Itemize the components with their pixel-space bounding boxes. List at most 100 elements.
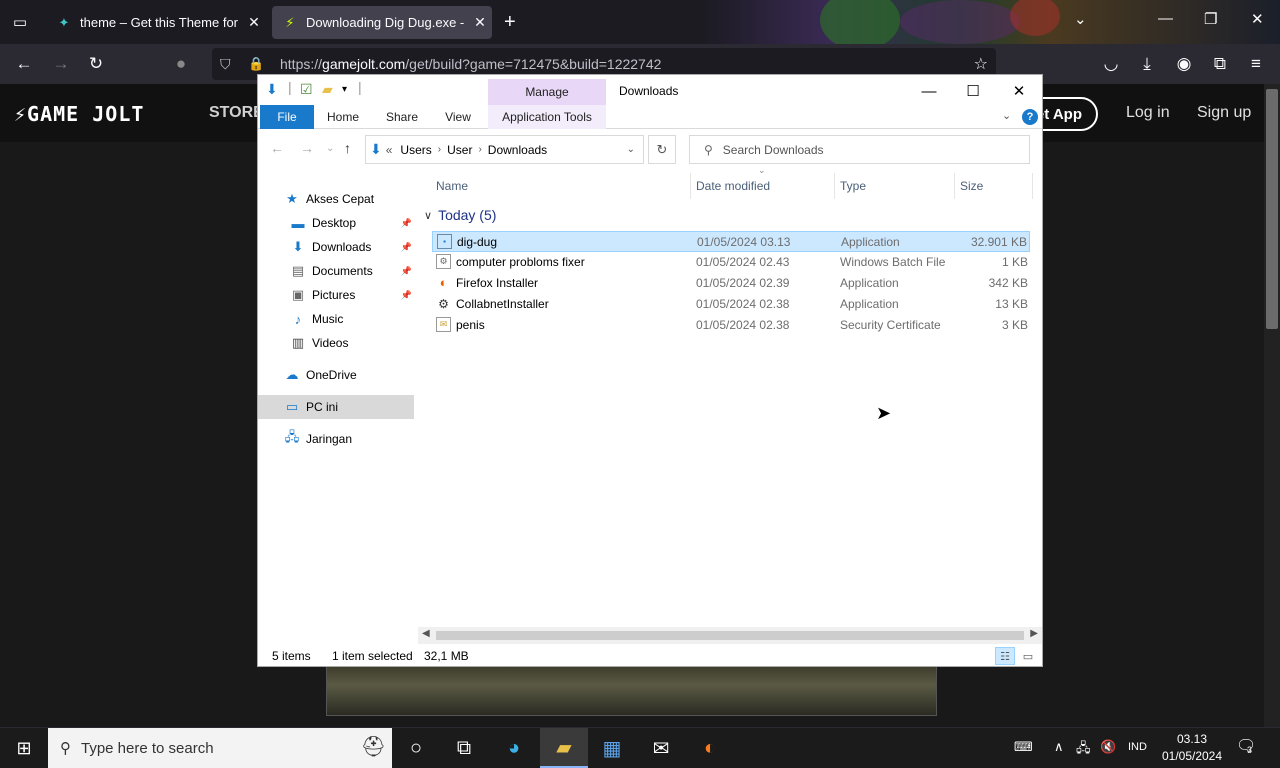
nav-videos[interactable]: ▥ Videos (258, 331, 414, 355)
help-icon[interactable]: ? (1022, 109, 1038, 125)
extensions-icon[interactable]: ⧉ (1207, 52, 1233, 76)
expand-ribbon-icon[interactable]: ⌄ (1002, 109, 1011, 122)
notification-center-icon[interactable]: 🗨 3 (1236, 736, 1256, 756)
collapse-chevron-icon[interactable]: ∨ (424, 209, 432, 222)
back-icon[interactable]: ← (270, 140, 284, 156)
nav-this-pc[interactable]: ▭ PC ini (258, 395, 414, 419)
tab-manage[interactable]: Manage (488, 79, 606, 105)
edge-icon[interactable]: ◕ (490, 728, 538, 768)
horizontal-scrollbar[interactable]: ◀ ▶ (418, 627, 1042, 644)
lock-icon[interactable]: 🔒 (248, 56, 266, 72)
volume-muted-icon[interactable]: 🔇 (1100, 739, 1116, 755)
pin-icon[interactable]: 📌 (401, 242, 412, 253)
forward-icon[interactable]: → (300, 140, 314, 156)
page-scrollbar[interactable] (1264, 84, 1280, 727)
task-view-icon[interactable]: ⧉ (440, 728, 488, 768)
up-icon[interactable]: ↑ (344, 140, 351, 156)
new-folder-icon[interactable]: ▰ (322, 81, 333, 98)
column-divider[interactable] (690, 173, 691, 199)
nav-onedrive[interactable]: ☁ OneDrive (258, 363, 414, 387)
back-icon[interactable]: ← (11, 52, 37, 76)
nav-network[interactable]: 🖧 Jaringan (258, 427, 414, 451)
search-highlight-icon[interactable]: ⛑ (361, 734, 386, 759)
windows-start-icon[interactable]: ⊞ (0, 728, 48, 768)
list-all-tabs-icon[interactable]: ⌄ (1074, 10, 1087, 28)
tab-downloading[interactable]: ⚡ Downloading Dig Dug.exe - Ga ✕ (272, 6, 492, 39)
restore-icon[interactable]: ❐ (1204, 10, 1217, 28)
nav-documents[interactable]: ▤ Documents 📌 (258, 259, 414, 283)
show-hidden-icons-icon[interactable]: ∧ (1054, 739, 1064, 755)
maximize-icon[interactable]: ☐ (950, 80, 996, 102)
gamejolt-logo[interactable]: ⚡GAME JOLT (14, 102, 144, 126)
reload-icon[interactable]: ↻ (83, 52, 109, 76)
downloads-icon[interactable]: ⤓ (1134, 52, 1160, 76)
nav-downloads[interactable]: ⬇ Downloads 📌 (258, 235, 414, 259)
address-dropdown-icon[interactable]: ⌄ (627, 144, 635, 155)
forward-icon[interactable]: → (48, 52, 74, 76)
breadcrumb-chevron-icon[interactable]: › (478, 144, 481, 155)
column-divider[interactable] (1032, 173, 1033, 199)
clock[interactable]: 03.13 01/05/2024 (1160, 731, 1224, 765)
microsoft-store-icon[interactable]: ▦ (588, 728, 636, 768)
breadcrumb-users[interactable]: Users (400, 143, 431, 157)
customize-qat-icon[interactable]: ▾ (342, 84, 347, 95)
search-input[interactable]: ⚲ Search Downloads (689, 135, 1030, 164)
nav-pictures[interactable]: ▣ Pictures 📌 (258, 283, 414, 307)
login-link[interactable]: Log in (1126, 104, 1170, 122)
page-scrollbar-thumb[interactable] (1266, 89, 1278, 329)
bookmark-star-icon[interactable]: ☆ (974, 54, 988, 74)
pocket-icon[interactable]: ◡ (1098, 52, 1124, 76)
firefox-icon[interactable]: ◐ (686, 728, 734, 768)
group-header-today[interactable]: ∨ Today (5) (424, 207, 496, 223)
extension-icon[interactable]: ● (168, 52, 194, 76)
tab-theme[interactable]: ✦ theme – Get this Theme for ✕ (46, 6, 266, 39)
close-tab-icon[interactable]: ✕ (242, 14, 266, 31)
new-tab-icon[interactable]: + (504, 11, 516, 34)
minimize-icon[interactable]: — (906, 80, 952, 102)
keyboard-icon[interactable]: ⌨ (1014, 739, 1033, 755)
column-name[interactable]: Name (436, 179, 468, 193)
menu-icon[interactable]: ≡ (1243, 52, 1269, 76)
game-media-preview[interactable] (326, 664, 937, 716)
file-row-collabnetinstaller[interactable]: ⚙ CollabnetInstaller 01/05/2024 02.38 Ap… (432, 294, 1030, 315)
tab-list-icon[interactable]: ▭ (6, 10, 34, 34)
tab-view[interactable]: View (438, 105, 478, 129)
pin-icon[interactable]: 📌 (401, 290, 412, 301)
close-icon[interactable]: ✕ (1251, 10, 1264, 28)
file-explorer-icon[interactable]: ▰ (540, 728, 588, 768)
network-status-icon[interactable]: 🖧 (1076, 739, 1091, 761)
breadcrumb-downloads[interactable]: Downloads (488, 143, 547, 157)
file-row-penis[interactable]: ✉ penis 01/05/2024 02.38 Security Certif… (432, 315, 1030, 336)
account-icon[interactable]: ◉ (1171, 52, 1197, 76)
nav-desktop[interactable]: ▬ Desktop 📌 (258, 211, 414, 235)
column-type[interactable]: Type (840, 179, 866, 193)
column-size[interactable]: Size (960, 179, 983, 193)
close-icon[interactable]: ✕ (996, 80, 1042, 102)
file-row-computer-probloms-fixer[interactable]: ⚙ computer probloms fixer 01/05/2024 02.… (432, 252, 1030, 273)
pin-icon[interactable]: 📌 (401, 218, 412, 229)
refresh-icon[interactable]: ↻ (648, 135, 676, 164)
recent-locations-icon[interactable]: ⌄ (326, 143, 334, 154)
tab-share[interactable]: Share (380, 105, 424, 129)
address-bar[interactable]: ⬇ « Users › User › Downloads ⌄ (365, 135, 644, 164)
cortana-icon[interactable]: ○ (392, 728, 440, 768)
nav-quick-access[interactable]: ★ Akses Cepat (258, 187, 414, 211)
tab-application-tools[interactable]: Application Tools (488, 105, 606, 129)
column-divider[interactable] (954, 173, 955, 199)
input-language[interactable]: IND (1128, 741, 1147, 753)
scroll-right-icon[interactable]: ▶ (1030, 628, 1038, 639)
horizontal-scrollbar-thumb[interactable] (436, 631, 1024, 640)
column-date-modified[interactable]: Date modified (696, 179, 770, 193)
minimize-icon[interactable]: — (1158, 10, 1173, 27)
tab-home[interactable]: Home (322, 105, 364, 129)
pin-icon[interactable]: 📌 (401, 266, 412, 277)
tab-file[interactable]: File (260, 105, 314, 129)
details-view-icon[interactable]: ☷ (995, 647, 1015, 665)
breadcrumb-user[interactable]: User (447, 143, 472, 157)
properties-icon[interactable]: ☑ (300, 81, 313, 98)
nav-music[interactable]: ♪ Music (258, 307, 414, 331)
store-link[interactable]: STORE (209, 104, 264, 122)
breadcrumb-overflow[interactable]: « (386, 143, 393, 157)
mail-icon[interactable]: ✉ (637, 728, 685, 768)
close-tab-icon[interactable]: ✕ (468, 14, 492, 31)
